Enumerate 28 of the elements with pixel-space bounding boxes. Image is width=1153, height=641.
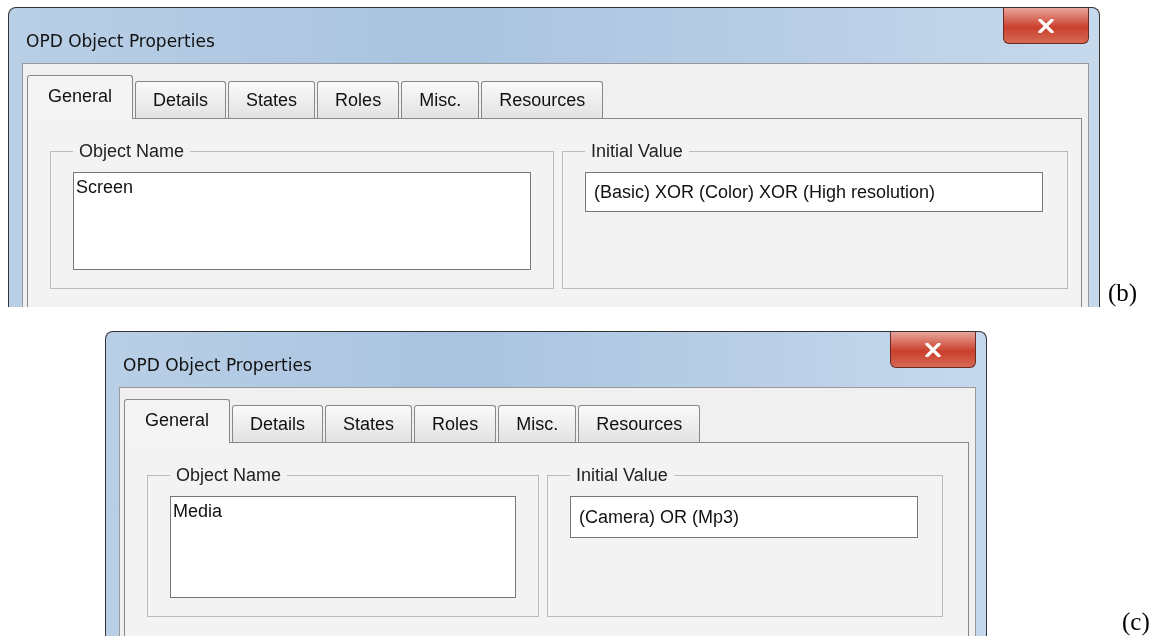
tab[interactable]: States	[325, 405, 413, 442]
name-text-area[interactable]: Media	[170, 496, 516, 598]
tab[interactable]: Details	[232, 405, 324, 442]
tab[interactable]: Roles	[317, 81, 400, 118]
figure-label: (c)	[1122, 608, 1150, 636]
close-button[interactable]	[890, 332, 976, 368]
close-icon	[925, 342, 941, 357]
group-label: Object Name	[175, 465, 283, 486]
group-label: Initial Value	[590, 141, 684, 162]
close-button[interactable]	[1003, 8, 1089, 44]
group-label: Initial Value	[575, 465, 669, 486]
tab[interactable]: States	[228, 81, 316, 118]
tab[interactable]: Resources	[481, 81, 604, 118]
value-input-field[interactable]: (Basic) XOR (Color) XOR (High resolution)	[585, 172, 1043, 212]
value-input-field[interactable]: (Camera) OR (Mp3)	[570, 496, 918, 538]
window-title: OPD Object Properties	[26, 31, 215, 51]
group-label: Object Name	[78, 141, 186, 162]
window-title: OPD Object Properties	[123, 355, 312, 375]
figure-label: (b)	[1108, 279, 1138, 307]
tab[interactable]: General	[124, 399, 231, 443]
close-icon	[1038, 18, 1054, 33]
name-text-area[interactable]: Screen	[73, 172, 531, 270]
tab[interactable]: Misc.	[401, 81, 480, 118]
tab[interactable]: Roles	[414, 405, 497, 442]
tab[interactable]: Resources	[578, 405, 701, 442]
tab[interactable]: General	[27, 75, 134, 119]
tab[interactable]: Details	[135, 81, 227, 118]
tab[interactable]: Misc.	[498, 405, 577, 442]
